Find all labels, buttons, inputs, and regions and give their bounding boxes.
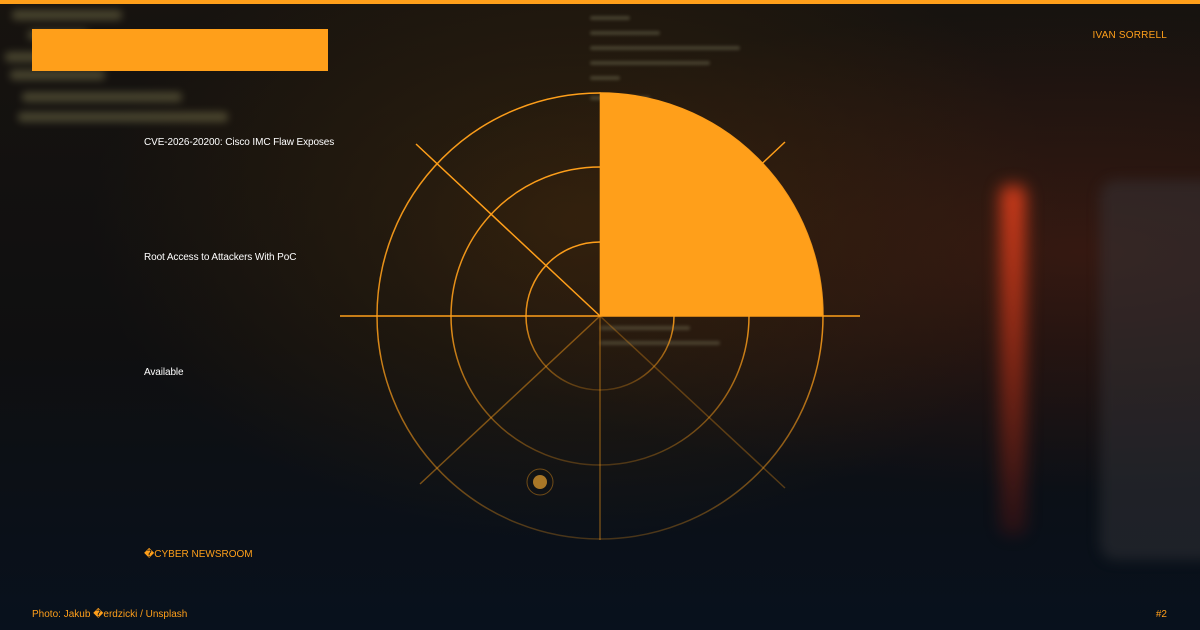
radar-blip bbox=[526, 468, 554, 496]
title-highlight-block bbox=[32, 29, 328, 71]
brand-label: �CYBER NEWSROOM bbox=[144, 549, 253, 560]
headline-line-2: Root Access to Attackers With PoC bbox=[144, 252, 297, 263]
radar-graphic bbox=[340, 92, 860, 540]
page-number: #2 bbox=[1155, 609, 1167, 620]
headline-line-1: CVE-2026-20200: Cisco IMC Flaw Exposes bbox=[144, 137, 335, 148]
photo-credit: Photo: Jakub �erdzicki / Unsplash bbox=[32, 609, 188, 620]
social-card: IVAN SORRELL CVE-2026-20200: Cisco IMC F… bbox=[0, 0, 1200, 630]
radar-sweep-sector bbox=[600, 93, 823, 316]
headline-line-3: Available bbox=[144, 367, 184, 378]
author-name: IVAN SORRELL bbox=[1092, 30, 1167, 41]
radar-axis-diagonal-sw bbox=[419, 315, 601, 485]
